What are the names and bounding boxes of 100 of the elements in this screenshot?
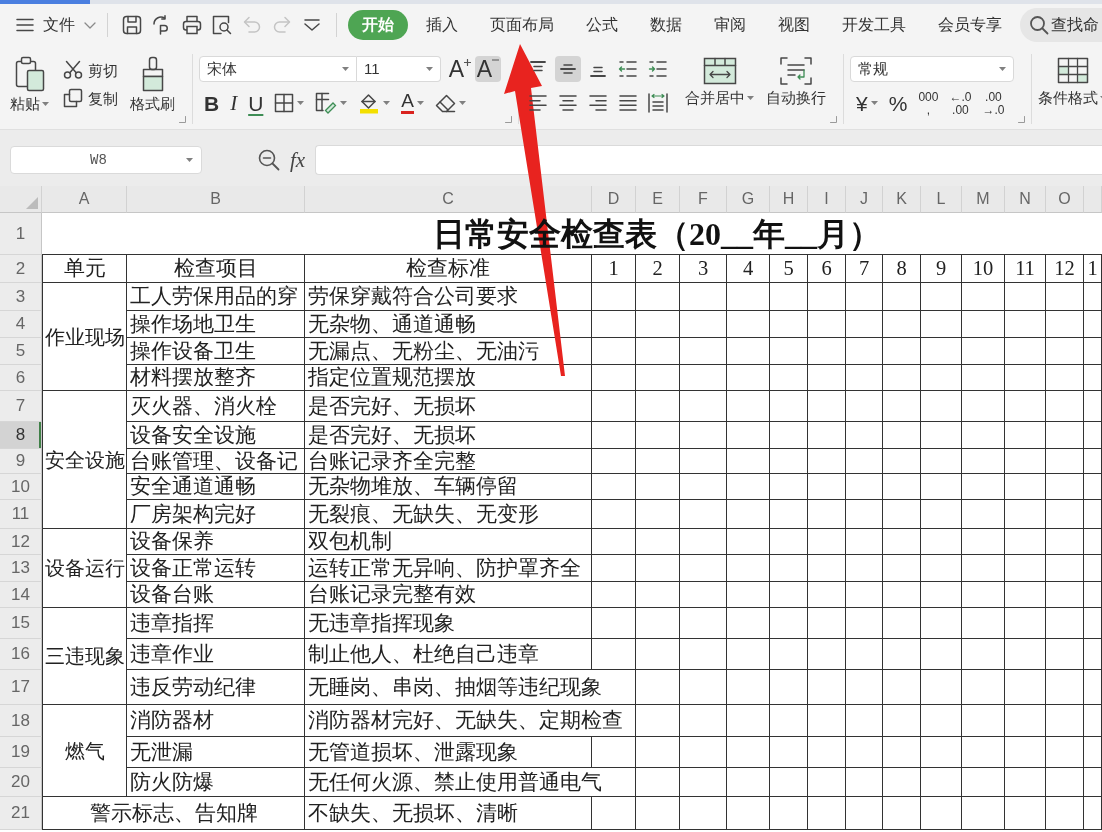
dialog-launcher-icon[interactable] <box>830 116 837 123</box>
table-cell <box>770 422 808 449</box>
column-header[interactable]: K <box>883 186 921 213</box>
number-format-dropdown[interactable]: 常规 <box>850 56 1014 82</box>
row-header[interactable]: 11 <box>0 500 42 529</box>
column-header[interactable]: I <box>808 186 846 213</box>
row-header[interactable]: 9 <box>0 449 42 474</box>
column-header[interactable]: A <box>42 186 127 213</box>
table-cell <box>808 797 846 830</box>
ribbon-tab[interactable]: 插入 <box>412 10 472 40</box>
wrap-text-button[interactable]: 自动换行 <box>766 56 826 105</box>
ribbon-tab[interactable]: 开发工具 <box>828 10 920 40</box>
column-header[interactable]: C <box>305 186 592 213</box>
column-header[interactable]: N <box>1005 186 1046 213</box>
save-icon[interactable] <box>122 15 142 35</box>
column-header[interactable]: F <box>680 186 727 213</box>
ribbon-tab[interactable]: 视图 <box>764 10 824 40</box>
column-header[interactable]: B <box>127 186 305 213</box>
zoom-icon[interactable] <box>258 149 280 171</box>
paste-button[interactable]: 粘贴 <box>10 56 49 111</box>
table-cell <box>770 391 808 422</box>
name-box[interactable]: W8 <box>10 146 202 174</box>
increase-font-size-button[interactable]: A <box>447 56 473 82</box>
table-cell <box>680 608 727 639</box>
dialog-launcher-icon[interactable] <box>1018 116 1025 123</box>
column-header[interactable]: L <box>921 186 962 213</box>
decrease-decimal-button[interactable]: .00 →.0 <box>982 90 1005 116</box>
font-name-dropdown[interactable]: 宋体 <box>199 56 357 82</box>
ribbon-tab[interactable]: 会员专享 <box>924 10 1016 40</box>
row-header[interactable]: 8 <box>0 422 42 449</box>
table-cell-text: 无管道损坏、泄露现象 <box>308 739 518 765</box>
ribbon-tab[interactable]: 页面布局 <box>476 10 568 40</box>
row-header[interactable]: 15 <box>0 608 42 639</box>
row-header[interactable]: 1 <box>0 213 42 255</box>
align-middle-icon[interactable] <box>555 56 581 82</box>
font-size-dropdown[interactable]: 11 <box>357 56 441 82</box>
printer-icon[interactable] <box>182 15 202 35</box>
cut-button[interactable]: 剪切 <box>63 60 118 80</box>
italic-button[interactable]: I <box>230 90 238 116</box>
conditional-format-button[interactable]: 条件格式 <box>1038 56 1102 105</box>
column-header[interactable]: M <box>962 186 1005 213</box>
decrease-font-size-button[interactable]: A <box>475 56 501 82</box>
caret-icon <box>999 67 1006 71</box>
underline-button[interactable]: U <box>248 90 264 116</box>
table-cell <box>846 768 883 797</box>
column-header[interactable]: G <box>727 186 770 213</box>
table-cell <box>770 474 808 500</box>
row-header[interactable]: 13 <box>0 555 42 582</box>
row-header[interactable]: 16 <box>0 639 42 670</box>
thousands-separator-button[interactable]: 000 , <box>918 90 939 116</box>
row-header[interactable]: 5 <box>0 338 42 365</box>
table-cell <box>962 737 1005 768</box>
row-header[interactable]: 4 <box>0 311 42 338</box>
ribbon-tab[interactable]: 开始 <box>348 10 408 40</box>
format-painter-button[interactable]: 格式刷 <box>130 56 175 111</box>
table-cell <box>1084 608 1102 639</box>
column-header[interactable]: H <box>770 186 808 213</box>
table-cell <box>883 338 921 365</box>
distributed-align-icon[interactable] <box>645 90 671 116</box>
ribbon-tab[interactable]: 审阅 <box>700 10 760 40</box>
row-header[interactable]: 10 <box>0 474 42 500</box>
dialog-launcher-icon[interactable] <box>179 116 186 123</box>
copy-button[interactable]: 复制 <box>63 88 118 108</box>
currency-button[interactable]: ¥ <box>856 90 878 116</box>
insert-function-button[interactable]: fx <box>290 149 306 171</box>
percent-button[interactable]: % <box>888 92 908 114</box>
row-header[interactable]: 2 <box>0 255 42 283</box>
ribbon-tab[interactable]: 数据 <box>636 10 696 40</box>
dialog-launcher-icon[interactable] <box>505 116 512 123</box>
formula-input[interactable] <box>315 145 1102 175</box>
print-preview-icon[interactable] <box>212 15 232 35</box>
row-header[interactable]: 7 <box>0 391 42 422</box>
row-header[interactable]: 6 <box>0 365 42 391</box>
column-header[interactable]: J <box>846 186 883 213</box>
table-cell <box>1084 500 1102 529</box>
column-header[interactable]: D <box>592 186 636 213</box>
increase-decimal-button[interactable]: ←.0 .00 <box>949 90 972 116</box>
font-color-button[interactable]: A <box>401 90 425 116</box>
table-cell <box>1046 311 1084 338</box>
table-cell <box>680 768 727 797</box>
row-header[interactable]: 21 <box>0 797 42 830</box>
column-header[interactable]: O <box>1046 186 1084 213</box>
row-header[interactable]: 17 <box>0 670 42 705</box>
caret-icon <box>383 101 391 105</box>
ribbon-tab[interactable]: 公式 <box>572 10 632 40</box>
merge-center-button[interactable]: 合并居中 <box>685 56 754 105</box>
bold-button[interactable]: B <box>204 90 220 116</box>
cell-style-button[interactable] <box>315 90 348 116</box>
table-cell <box>727 500 770 529</box>
row-header[interactable]: 14 <box>0 582 42 608</box>
row-header[interactable]: 18 <box>0 705 42 737</box>
file-menu-button[interactable]: 文件 <box>14 13 98 37</box>
row-header[interactable]: 12 <box>0 529 42 555</box>
row-header[interactable]: 20 <box>0 768 42 797</box>
row-header[interactable]: 3 <box>0 283 42 311</box>
table-cell-text: 8 <box>896 256 907 282</box>
search-field[interactable]: 查找命 <box>1020 8 1102 42</box>
row-header[interactable]: 19 <box>0 737 42 768</box>
column-header[interactable]: E <box>636 186 680 213</box>
table-cell <box>636 365 680 391</box>
